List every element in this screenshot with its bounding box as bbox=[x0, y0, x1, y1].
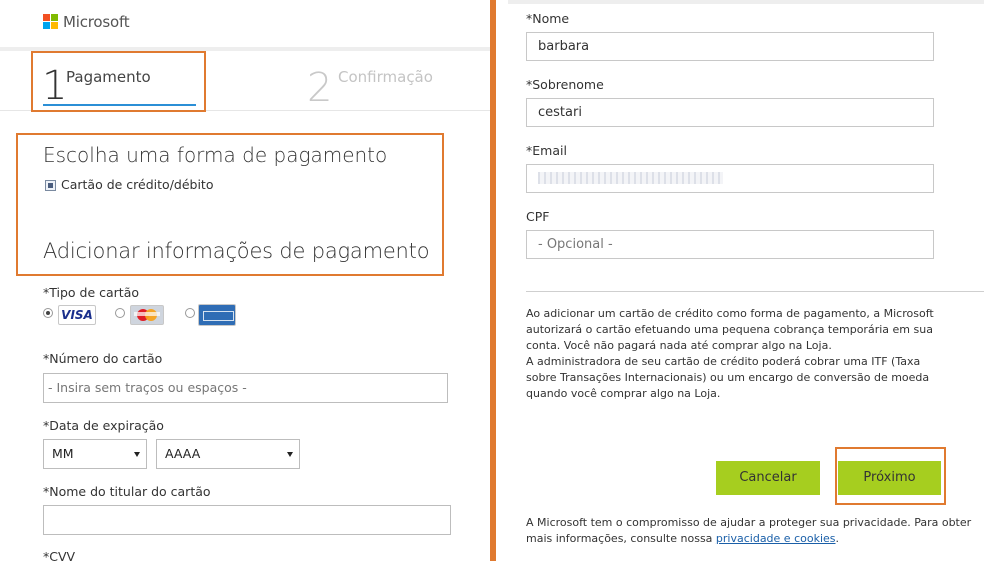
legal-text-line: autorizará o cartão efetuando uma pequen… bbox=[526, 323, 933, 336]
first-name-input[interactable]: barbara bbox=[526, 32, 934, 61]
legal-text-line: A administradora de seu cartão de crédit… bbox=[526, 355, 921, 368]
cpf-input[interactable]: - Opcional - bbox=[526, 230, 934, 259]
card-type-radio-visa[interactable] bbox=[43, 308, 53, 318]
blurred-email-value bbox=[538, 172, 723, 184]
legal-text-line: Ao adicionar um cartão de crédito como f… bbox=[526, 307, 934, 320]
expiration-year-value: AAAA bbox=[165, 446, 201, 461]
privacy-text: mais informações, consulte nossa bbox=[526, 532, 716, 545]
amex-card-icon[interactable] bbox=[198, 304, 236, 326]
expiration-label: *Data de expiração bbox=[43, 418, 164, 433]
add-payment-info-heading: Adicionar informações de pagamento bbox=[43, 239, 430, 263]
credit-card-checkbox[interactable] bbox=[45, 180, 56, 191]
card-type-label: *Tipo de cartão bbox=[43, 285, 140, 300]
step-2-number: 2 bbox=[307, 65, 333, 111]
card-number-input[interactable]: - Insira sem traços ou espaços - bbox=[43, 373, 448, 403]
privacy-text-line-1: A Microsoft tem o compromisso de ajudar … bbox=[526, 516, 972, 529]
privacy-text-end: . bbox=[835, 532, 840, 545]
legal-divider bbox=[526, 291, 984, 292]
card-type-radio-amex[interactable] bbox=[185, 308, 195, 318]
brand-name: Microsoft bbox=[63, 13, 130, 31]
next-button-highlight-box bbox=[835, 447, 946, 505]
chevron-down-icon bbox=[287, 452, 293, 457]
header-divider bbox=[508, 0, 984, 4]
cancel-button[interactable]: Cancelar bbox=[716, 461, 820, 495]
privacy-cookies-link[interactable]: privacidade e cookies bbox=[716, 532, 836, 545]
payment-form-panel: Microsoft 1 Pagamento 2 Confirmação Esco… bbox=[0, 0, 490, 561]
last-name-input[interactable]: cestari bbox=[526, 98, 934, 127]
contact-and-confirm-panel: *Nome barbara *Sobrenome cestari *Email … bbox=[496, 0, 984, 561]
visa-card-icon[interactable]: VISA bbox=[58, 305, 96, 325]
mastercard-card-icon[interactable] bbox=[130, 305, 164, 325]
email-input[interactable] bbox=[526, 164, 934, 193]
payment-method-heading: Escolha uma forma de pagamento bbox=[43, 143, 388, 167]
expiration-month-select[interactable]: MM bbox=[43, 439, 147, 469]
expiration-month-value: MM bbox=[52, 446, 74, 461]
credit-card-option-label[interactable]: Cartão de crédito/débito bbox=[61, 177, 213, 192]
privacy-text-line-2: mais informações, consulte nossa privaci… bbox=[526, 531, 839, 547]
card-number-label: *Número do cartão bbox=[43, 351, 163, 366]
legal-text-line: conta. Você não pagará nada até comprar … bbox=[526, 339, 832, 352]
last-name-label: *Sobrenome bbox=[526, 77, 604, 92]
legal-text-line: sobre Transações Internacionais) ou um e… bbox=[526, 371, 930, 384]
step-highlight-box bbox=[31, 51, 206, 112]
email-label: *Email bbox=[526, 143, 567, 158]
cvv-label: *CVV bbox=[43, 549, 76, 561]
expiration-year-select[interactable]: AAAA bbox=[156, 439, 300, 469]
legal-text-line: quando você comprar algo na Loja. bbox=[526, 387, 721, 400]
card-type-radio-mastercard[interactable] bbox=[115, 308, 125, 318]
card-holder-input[interactable] bbox=[43, 505, 451, 535]
card-holder-label: *Nome do titular do cartão bbox=[43, 484, 211, 499]
microsoft-logo-icon bbox=[43, 14, 59, 30]
step-2-label: Confirmação bbox=[338, 68, 433, 86]
first-name-label: *Nome bbox=[526, 11, 570, 26]
chevron-down-icon bbox=[134, 452, 140, 457]
cpf-label: CPF bbox=[526, 209, 550, 224]
